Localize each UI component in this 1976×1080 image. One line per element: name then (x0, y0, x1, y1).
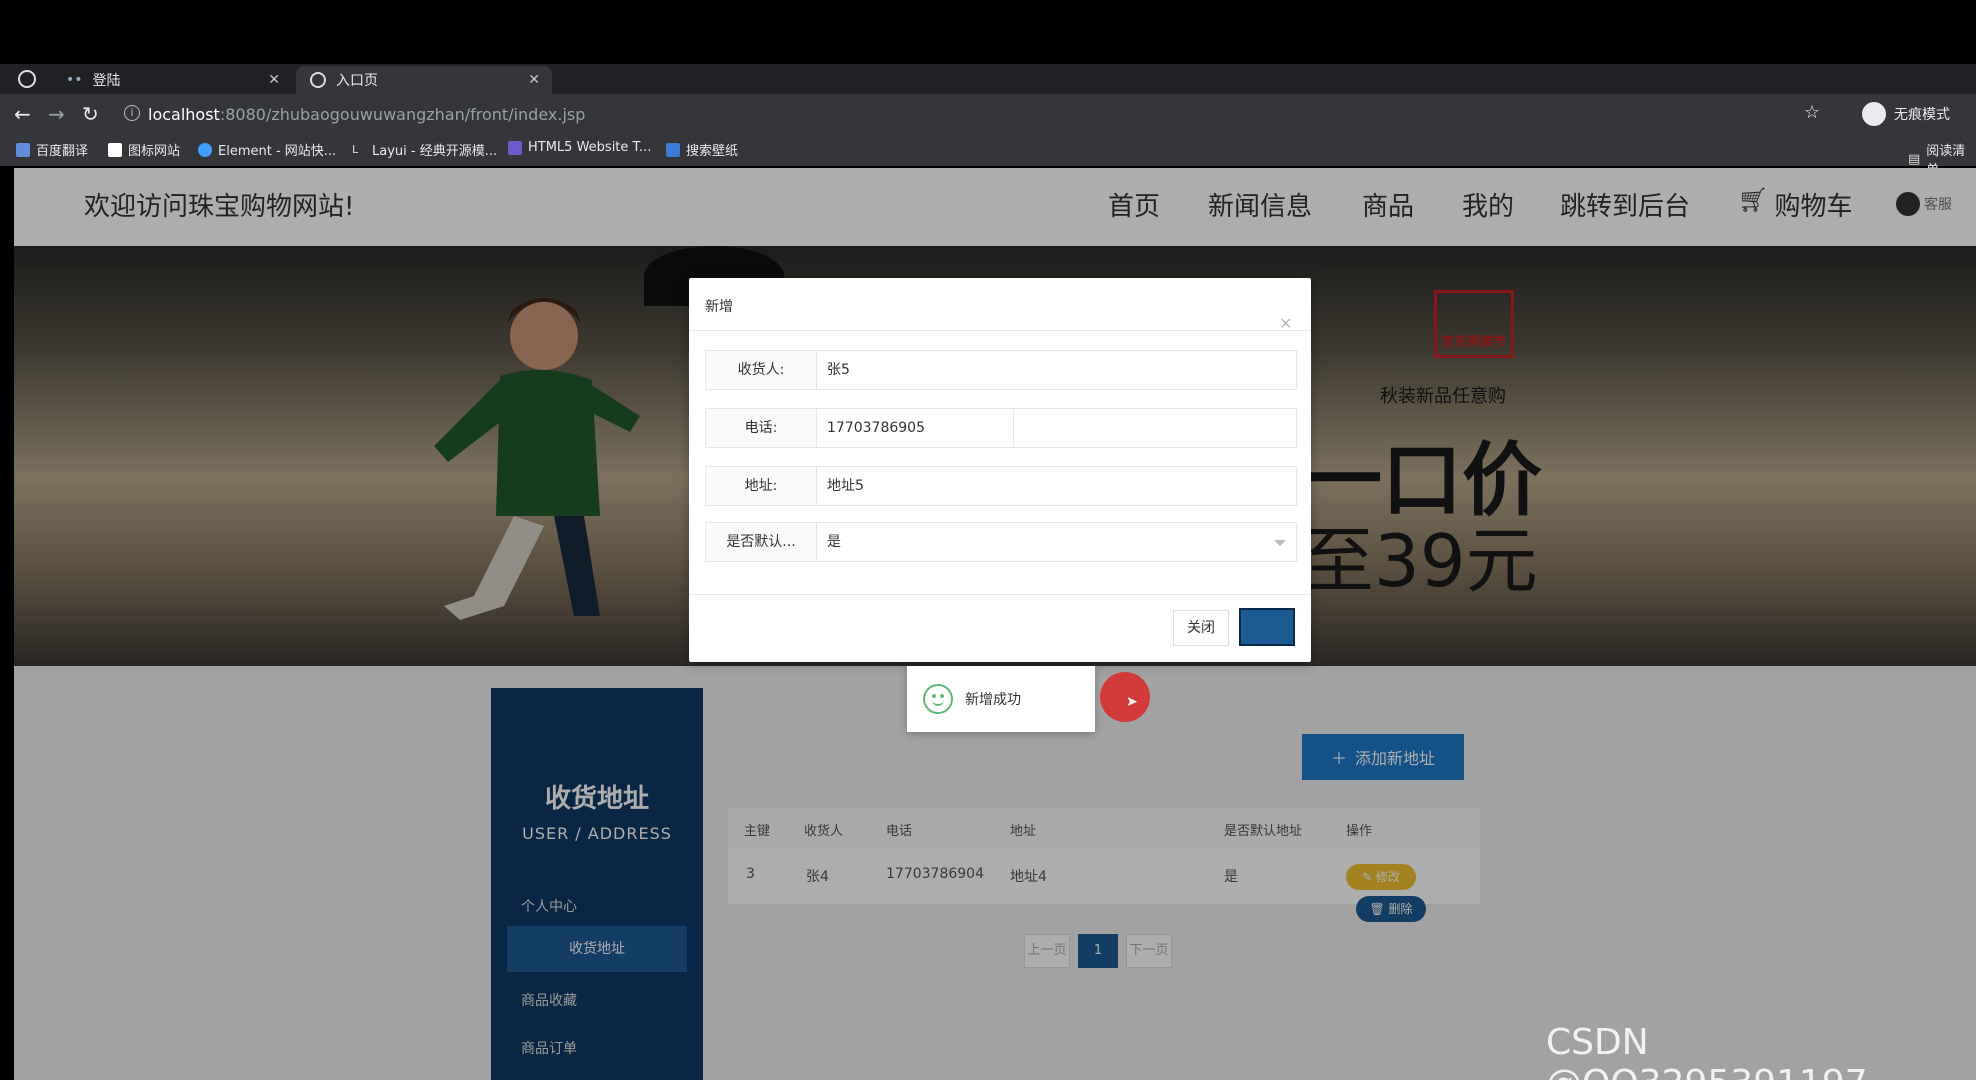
reload-icon[interactable]: ↻ (82, 102, 99, 126)
mouse-cursor-icon: ➤ (1126, 694, 1138, 710)
default-label: 是否默认... (705, 522, 817, 562)
confirm-button[interactable] (1239, 608, 1295, 646)
phone-extra-field (1013, 408, 1297, 448)
translate-icon (16, 142, 30, 157)
bookmark-layui[interactable]: L Layui - 经典开源模... (352, 140, 498, 160)
info-icon[interactable]: i (124, 105, 140, 121)
dialog-title: 新增 (705, 299, 733, 315)
address-bar-row: ← → ↻ i localhost:8080/zhubaogouwuwangzh… (0, 94, 1976, 134)
incognito-label: 无痕模式 (1894, 107, 1950, 123)
close-tab-icon[interactable]: ✕ (528, 72, 540, 88)
tab-entry[interactable]: 入口页 ✕ (296, 66, 552, 94)
element-icon (198, 142, 212, 157)
url-host: localhost (148, 104, 220, 124)
back-icon[interactable]: ← (14, 102, 31, 126)
incognito-indicator[interactable]: 无痕模式 (1862, 102, 1950, 126)
globe-icon (310, 72, 326, 88)
bookmark-label: 百度翻译 (36, 144, 89, 159)
tab-label: 入口页 (336, 73, 378, 89)
address-label: 地址: (705, 466, 817, 506)
phone-input[interactable]: 17703786905 (816, 408, 1014, 448)
layui-icon: L (352, 142, 359, 156)
form-row-default: 是否默认... 是 (705, 522, 1297, 562)
url-input[interactable]: i localhost:8080/zhubaogouwuwangzhan/fro… (118, 100, 1828, 128)
chrome-icon (18, 70, 36, 88)
bookmark-icon-site[interactable]: 图标网站 (108, 140, 180, 159)
tab-login[interactable]: •• 登陆 ✕ (52, 66, 292, 94)
bookmark-baidu-translate[interactable]: 百度翻译 (16, 140, 88, 159)
address-input[interactable]: 地址5 (816, 466, 1297, 506)
bookmark-label: HTML5 Website T... (528, 140, 652, 155)
form-row-consignee: 收货人: 张5 (705, 350, 1297, 390)
default-select[interactable]: 是 (816, 522, 1297, 562)
screen: •• 登陆 ✕ 入口页 ✕ + ⌄ ─ ❐ ✕ ← → ↻ i localhos… (0, 0, 1976, 1080)
chevron-down-icon (1274, 540, 1286, 546)
incognito-icon (1862, 102, 1886, 126)
html5-icon (508, 140, 522, 155)
bookmark-html5[interactable]: HTML5 Website T... (508, 140, 651, 155)
form-row-phone: 电话: 17703786905 (705, 408, 1297, 448)
flag-icon (108, 142, 122, 157)
bookmark-element[interactable]: Element - 网站快... (198, 140, 336, 159)
bookmark-label: Element - 网站快... (218, 144, 337, 159)
divider (689, 330, 1311, 331)
bookmark-wallpaper[interactable]: 搜索壁纸 (666, 140, 738, 159)
smile-icon (923, 684, 953, 714)
consignee-label: 收货人: (705, 350, 817, 390)
form-row-address: 地址: 地址5 (705, 466, 1297, 506)
bookmark-label: 搜索壁纸 (686, 144, 739, 159)
url-path: :8080/zhubaogouwuwangzhan/front/index.js… (219, 104, 586, 124)
divider (689, 594, 1311, 595)
close-tab-icon[interactable]: ✕ (268, 72, 280, 88)
reading-list-icon: ▤ (1908, 151, 1921, 167)
wallpaper-icon (666, 142, 680, 157)
forward-icon[interactable]: → (48, 102, 65, 126)
watermark: CSDN @QQ3295391197 (1546, 1022, 1868, 1080)
bookmark-label: 图标网站 (128, 144, 181, 159)
click-indicator (1100, 672, 1150, 722)
phone-label: 电话: (705, 408, 817, 448)
bookmarks-bar: 百度翻译 图标网站 Element - 网站快... L Layui - 经典开源… (0, 134, 1976, 178)
browser-tab-bar: •• 登陆 ✕ 入口页 ✕ + ⌄ ─ ❐ ✕ (0, 64, 1976, 155)
success-toast: 新增成功 (907, 666, 1095, 732)
toast-message: 新增成功 (965, 692, 1021, 708)
tab-label: 登陆 (92, 73, 121, 89)
loading-icon: •• (66, 72, 83, 88)
star-icon[interactable]: ☆ (1804, 102, 1820, 123)
add-address-dialog: 新增 ✕ 收货人: 张5 电话: 17703786905 地址: 地址5 是否默… (689, 278, 1311, 662)
website: 欢迎访问珠宝购物网站! 首页 新闻信息 商品 我的 跳转到后台 🛒︎ 购物车 客… (14, 168, 1976, 1080)
bookmark-label: Layui - 经典开源模... (372, 144, 498, 159)
close-button[interactable]: 关闭 (1173, 610, 1229, 646)
consignee-input[interactable]: 张5 (816, 350, 1297, 390)
default-select-value: 是 (827, 534, 841, 550)
